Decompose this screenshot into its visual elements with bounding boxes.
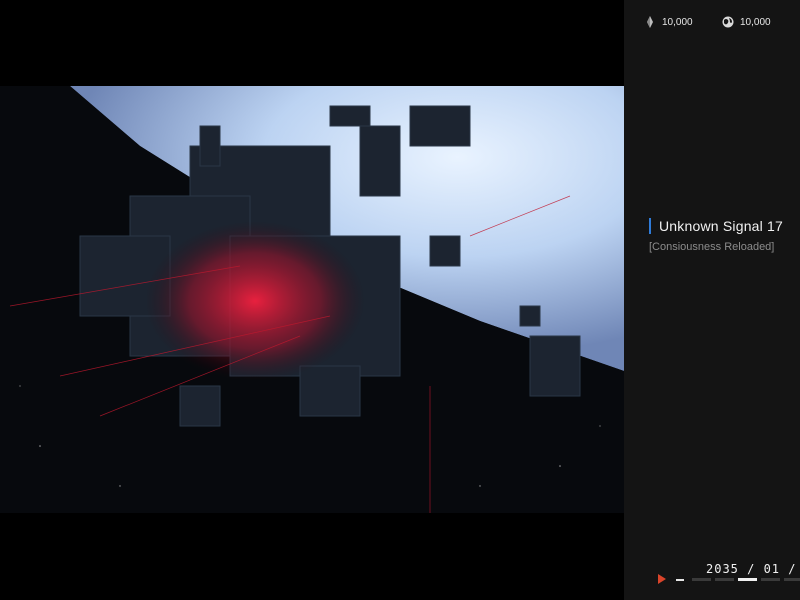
globe-counter: 10,000: [722, 16, 771, 28]
timeline-dash: [676, 579, 684, 581]
artwork-subtitle: [Consiousness Reloaded]: [649, 241, 775, 253]
timeline-segment[interactable]: [761, 578, 780, 581]
timeline-segment[interactable]: [784, 578, 800, 581]
crystal-counter: 10,000: [644, 16, 693, 28]
crystal-icon: [647, 16, 653, 28]
artwork-image[interactable]: [0, 86, 624, 513]
title-accent-bar: [649, 218, 651, 234]
artwork-viewer: [0, 0, 624, 600]
globe-count: 10,000: [740, 16, 771, 28]
globe-icon: [722, 16, 734, 28]
timeline-controls: [658, 574, 800, 586]
play-icon[interactable]: [658, 574, 666, 584]
timeline-segment-active[interactable]: [738, 578, 757, 581]
artwork-title: Unknown Signal 17: [659, 218, 784, 234]
artwork-info: Unknown Signal 17 [Consiousness Reloaded…: [649, 218, 783, 253]
info-panel: 10,000 10,000 Unknown Signal 17 [Consiou…: [624, 0, 800, 600]
timeline-track[interactable]: [692, 578, 800, 581]
timeline-segment[interactable]: [692, 578, 711, 581]
crystal-count: 10,000: [662, 16, 693, 28]
space-debris-illustration: [0, 86, 624, 513]
timeline-segment[interactable]: [715, 578, 734, 581]
